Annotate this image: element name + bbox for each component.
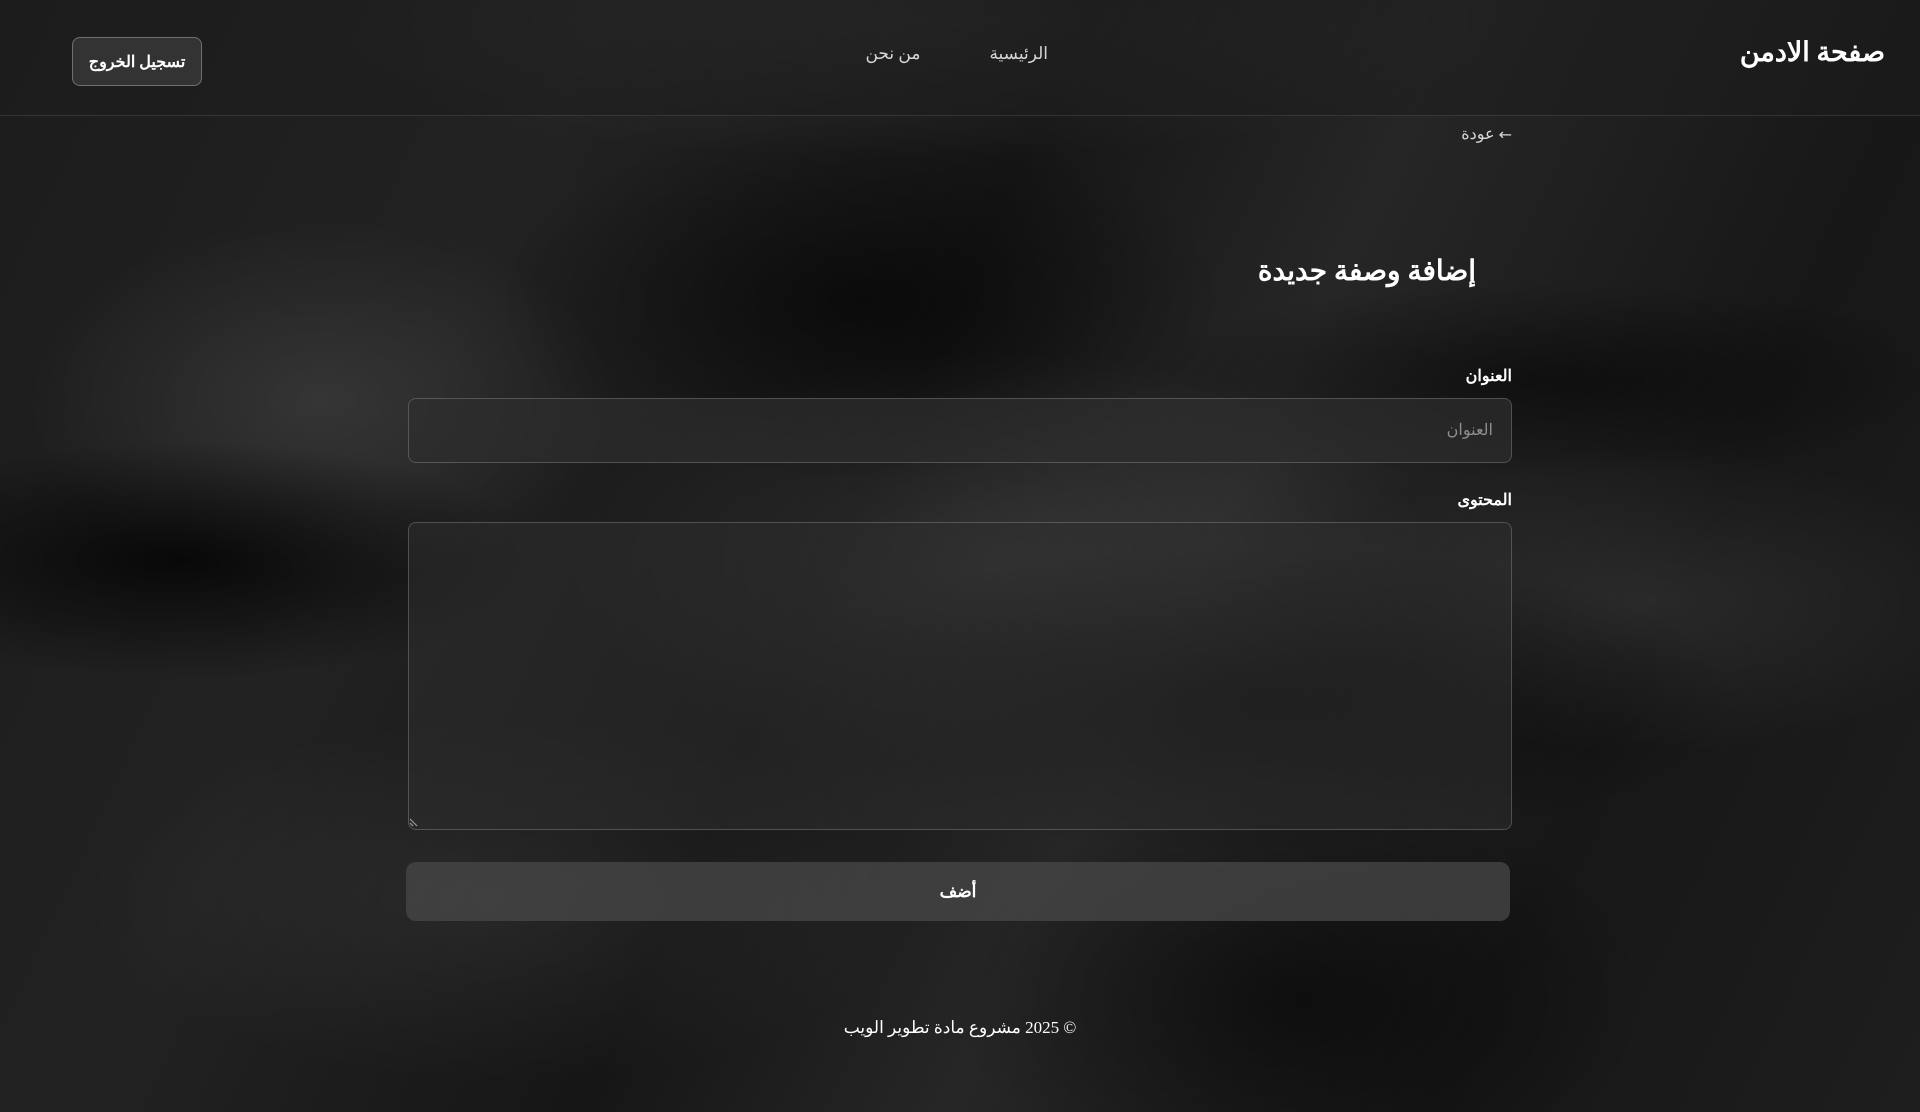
title-field-label: العنوان: [1465, 368, 1512, 385]
back-link-label: عودة: [1461, 126, 1495, 143]
logout-button[interactable]: تسجيل الخروج: [72, 37, 202, 86]
top-navbar: صفحة الادمن الرئيسية من نحن تسجيل الخروج: [0, 0, 1920, 116]
nav-link-home[interactable]: الرئيسية: [989, 44, 1048, 64]
main-nav: الرئيسية من نحن: [865, 44, 1048, 64]
arrow-left-icon: ←: [1498, 124, 1512, 144]
copyright-text: © 2025 مشروع مادة تطوير الويب: [843, 1018, 1077, 1037]
page-footer: © 2025 مشروع مادة تطوير الويب: [0, 1018, 1920, 1038]
content-field-label: المحتوى: [1457, 492, 1512, 509]
nav-link-about[interactable]: من نحن: [865, 44, 920, 64]
back-link[interactable]: ← عودة: [1461, 124, 1512, 144]
add-button[interactable]: أضف: [406, 862, 1510, 921]
resize-handle-icon[interactable]: [409, 815, 421, 827]
content-textarea[interactable]: [408, 522, 1512, 830]
page-title: إضافة وصفة جديدة: [1257, 256, 1476, 287]
site-brand: صفحة الادمن: [1739, 37, 1885, 67]
title-input[interactable]: [408, 398, 1512, 463]
